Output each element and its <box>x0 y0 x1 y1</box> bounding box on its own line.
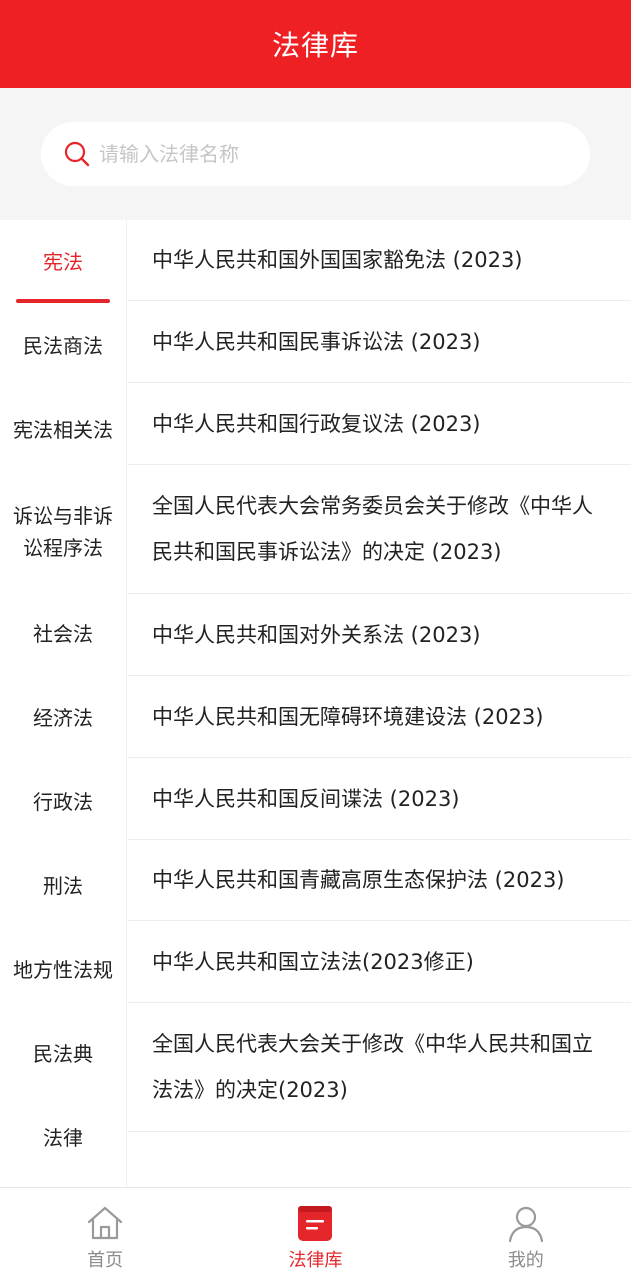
search-box[interactable] <box>41 122 590 186</box>
sidebar-item-litigation[interactable]: 诉讼与非诉讼程序法 <box>0 472 126 592</box>
sidebar-item-label: 民法典 <box>33 1042 93 1066</box>
search-input[interactable] <box>99 134 559 174</box>
law-list-item[interactable]: 中华人民共和国对外关系法 (2023) <box>128 594 631 676</box>
sidebar-item-label: 宪法相关法 <box>13 418 113 442</box>
sidebar-item-label: 法律 <box>43 1126 83 1150</box>
active-indicator <box>16 299 110 303</box>
tab-label: 首页 <box>87 1250 124 1271</box>
sidebar-item-administrative[interactable]: 行政法 <box>0 760 126 844</box>
sidebar-item-local-regulations[interactable]: 地方性法规 <box>0 928 126 1012</box>
top-bar: 法律库 <box>0 0 631 88</box>
sidebar-item-constitution-related[interactable]: 宪法相关法 <box>0 388 126 472</box>
book-icon <box>294 1202 336 1244</box>
law-list-item[interactable]: 中华人民共和国无障碍环境建设法 (2023) <box>128 676 631 758</box>
tab-law-library[interactable]: 法律库 <box>210 1188 420 1280</box>
sidebar-item-civil-commercial[interactable]: 民法商法 <box>0 304 126 388</box>
law-list-item[interactable]: 中华人民共和国青藏高原生态保护法 (2023) <box>128 840 631 921</box>
user-icon <box>505 1202 547 1244</box>
law-title: 中华人民共和国民事诉讼法 (2023) <box>152 329 481 354</box>
law-title: 中华人民共和国无障碍环境建设法 (2023) <box>152 704 544 729</box>
law-title: 全国人民代表大会关于修改《中华人民共和国立法法》的决定(2023) <box>152 1032 593 1102</box>
law-list-item[interactable]: 中华人民共和国外国国家豁免法 (2023) <box>128 220 631 301</box>
law-title: 全国人民代表大会常务委员会关于修改《中华人民共和国民事诉讼法》的决定 (2023… <box>152 494 593 564</box>
search-icon <box>63 140 91 168</box>
sidebar-item-economic[interactable]: 经济法 <box>0 676 126 760</box>
law-title: 中华人民共和国反间谍法 (2023) <box>152 786 460 811</box>
law-list: 中华人民共和国外国国家豁免法 (2023) 中华人民共和国民事诉讼法 (2023… <box>128 220 631 1187</box>
sidebar-item-label: 社会法 <box>33 622 93 646</box>
law-title: 中华人民共和国行政复议法 (2023) <box>152 411 481 436</box>
law-list-item[interactable]: 中华人民共和国立法法(2023修正) <box>128 921 631 1003</box>
sidebar-item-label: 地方性法规 <box>13 958 113 982</box>
page-title: 法律库 <box>271 29 359 62</box>
bottom-tab-bar: 首页 法律库 我的 <box>0 1187 631 1280</box>
law-list-item[interactable]: 中华人民共和国反间谍法 (2023) <box>128 758 631 840</box>
law-list-item[interactable]: 全国人民代表大会常务委员会关于修改《中华人民共和国民事诉讼法》的决定 (2023… <box>128 465 631 594</box>
sidebar-item-criminal[interactable]: 刑法 <box>0 844 126 928</box>
law-list-item[interactable]: 中华人民共和国民事诉讼法 (2023) <box>128 301 631 383</box>
sidebar-item-label: 经济法 <box>33 706 93 730</box>
sidebar-item-label: 刑法 <box>43 874 83 898</box>
law-list-item[interactable]: 全国人民代表大会关于修改《中华人民共和国立法法》的决定(2023) <box>128 1003 631 1132</box>
tab-mine[interactable]: 我的 <box>421 1188 631 1280</box>
law-title: 中华人民共和国外国国家豁免法 (2023) <box>152 248 523 272</box>
sidebar-item-label: 民法商法 <box>23 334 103 358</box>
sidebar-item-label: 诉讼与非诉讼程序法 <box>13 504 113 560</box>
category-sidebar: 宪法 民法商法 宪法相关法 诉讼与非诉讼程序法 社会法 经济法 行政法 刑法 地… <box>0 220 127 1187</box>
search-area <box>0 88 631 220</box>
home-icon <box>84 1202 126 1244</box>
tab-label: 法律库 <box>288 1250 343 1271</box>
sidebar-item-label: 行政法 <box>33 790 93 814</box>
law-title: 中华人民共和国对外关系法 (2023) <box>152 622 481 647</box>
sidebar-item-law[interactable]: 法律 <box>0 1096 126 1180</box>
sidebar-item-constitution[interactable]: 宪法 <box>0 220 126 304</box>
sidebar-item-label: 宪法 <box>43 250 83 274</box>
tab-label: 我的 <box>507 1250 544 1271</box>
sidebar-item-civil-code[interactable]: 民法典 <box>0 1012 126 1096</box>
tab-home[interactable]: 首页 <box>0 1188 210 1280</box>
law-title: 中华人民共和国青藏高原生态保护法 (2023) <box>152 868 565 892</box>
law-title: 中华人民共和国立法法(2023修正) <box>152 949 474 974</box>
law-list-item[interactable]: 中华人民共和国行政复议法 (2023) <box>128 383 631 465</box>
sidebar-item-social[interactable]: 社会法 <box>0 592 126 676</box>
